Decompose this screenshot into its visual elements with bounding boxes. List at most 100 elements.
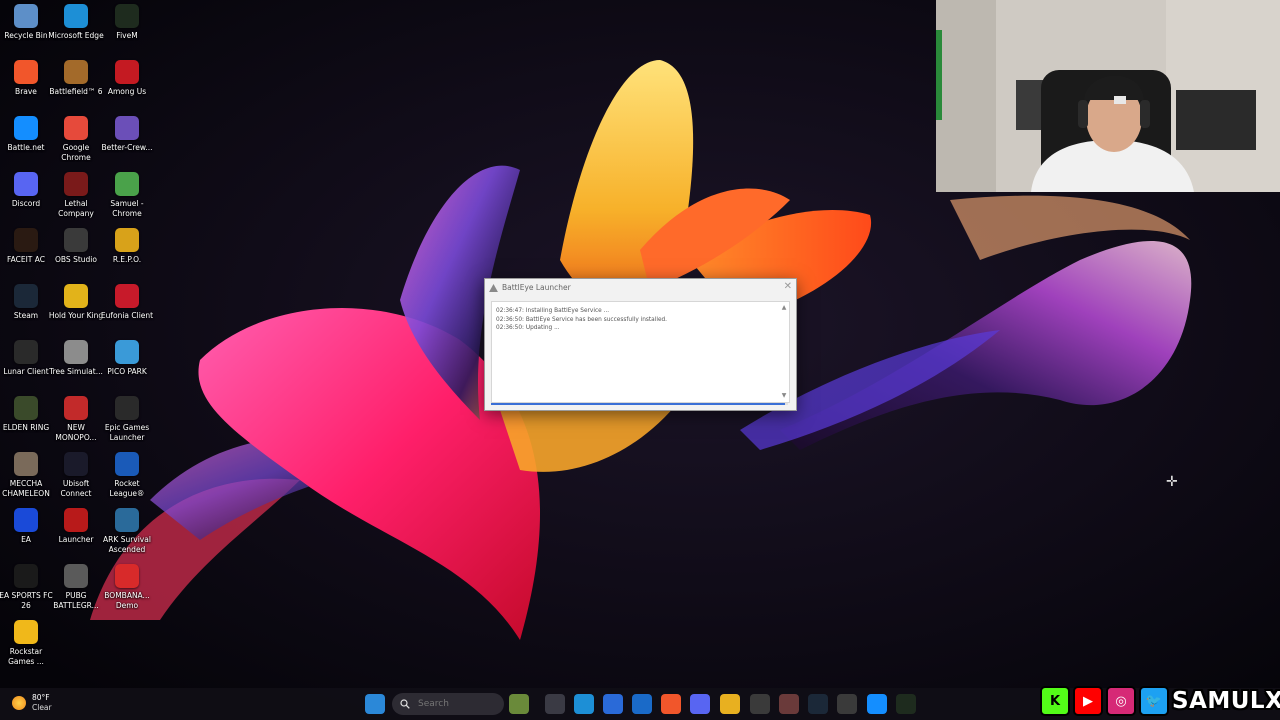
desktop-icon[interactable]: EA SPORTS FC 26 <box>0 560 53 616</box>
search-icon <box>400 699 410 709</box>
desktop-icon-label: R.E.P.O. <box>112 255 142 264</box>
social-banner: K ▶ ◎ 🐦 SAMULX <box>1040 686 1280 716</box>
desktop-icon[interactable]: ARK Survival Ascended <box>101 504 153 560</box>
social-icons: K ▶ ◎ 🐦 <box>1040 686 1172 716</box>
desktop-icon[interactable]: Launcher <box>50 504 102 560</box>
desktop-icon[interactable]: ELDEN RING <box>0 392 52 448</box>
store-icon[interactable] <box>603 694 623 714</box>
battleye-app-icon <box>489 283 498 292</box>
rockstar-icon <box>14 620 38 644</box>
desktop-icon-label: Launcher <box>58 535 94 544</box>
windows-start-icon[interactable] <box>365 694 385 714</box>
desktop-icon-label: Steam <box>13 311 39 320</box>
desktop-icon[interactable]: Battlefield™ 6 <box>49 56 103 112</box>
desktop-icon[interactable]: OBS Studio <box>50 224 102 280</box>
kick-icon: K <box>1040 686 1070 716</box>
meccha-chameleon-icon <box>14 452 38 476</box>
steam-icon[interactable] <box>808 694 828 714</box>
desktop-icon[interactable]: Hold Your King <box>48 280 104 336</box>
twitter-icon: 🐦 <box>1139 686 1169 716</box>
among-us-icon <box>115 60 139 84</box>
fivem-icon <box>115 4 139 28</box>
file-explorer-icon[interactable] <box>720 694 740 714</box>
task-view-icon[interactable] <box>545 694 565 714</box>
desktop-icon[interactable]: Lethal Company <box>50 168 102 224</box>
webcam-overlay <box>936 0 1280 192</box>
crosshair-cursor-icon: ✛ <box>1166 474 1178 490</box>
epic-games-icon <box>115 396 139 420</box>
desktop-icon-label: Ubisoft Connect <box>60 479 92 498</box>
desktop-icon-label: FiveM <box>116 31 138 40</box>
launcher-icon <box>64 508 88 532</box>
desktop-icon[interactable]: FACEIT AC <box>0 224 52 280</box>
desktop-icon[interactable]: Battle.net <box>0 112 52 168</box>
desktop-icon[interactable]: Eufonia Client <box>101 280 153 336</box>
desktop-icon[interactable]: Steam <box>0 280 52 336</box>
desktop-icon-label: Among Us <box>107 87 147 96</box>
desktop-icon[interactable]: Google Chrome <box>50 112 102 168</box>
widget-game-icon[interactable] <box>509 694 529 714</box>
desktop-icon[interactable]: PICO PARK <box>101 336 153 392</box>
desktop-icon[interactable]: Brave <box>0 56 52 112</box>
desktop-icon[interactable]: NEW MONOPO... <box>50 392 102 448</box>
desktop-icon[interactable]: EA <box>0 504 52 560</box>
obs-icon <box>64 228 88 252</box>
weather-widget[interactable]: 80°F Clear <box>12 693 52 713</box>
search-input[interactable] <box>416 698 490 710</box>
desktop-icon-label: Rocket League® <box>109 479 145 498</box>
chrome-icon <box>64 116 88 140</box>
desktop-icon[interactable]: PUBG BATTLEGR... <box>50 560 102 616</box>
youtube-icon: ▶ <box>1073 686 1103 716</box>
desktop-icon[interactable]: Microsoft Edge <box>48 0 104 56</box>
desktop-icon[interactable]: Epic Games Launcher <box>101 392 153 448</box>
media-player-icon[interactable] <box>837 694 857 714</box>
repo-icon <box>115 228 139 252</box>
lethal-company-icon <box>64 172 88 196</box>
desktop-icon[interactable]: Among Us <box>101 56 153 112</box>
desktop-icon[interactable]: MECCHA CHAMELEON <box>0 448 52 504</box>
fivem-icon[interactable] <box>896 694 916 714</box>
taskbar-search[interactable] <box>392 693 504 715</box>
progress-bar <box>491 403 788 405</box>
scroll-up-arrow-icon[interactable]: ▲ <box>780 304 788 312</box>
app-icon[interactable] <box>779 694 799 714</box>
ea-icon <box>14 508 38 532</box>
log-output[interactable]: 02:36:47: Installing BattlEye Service ..… <box>491 301 790 403</box>
desktop-icon[interactable]: Rocket League® <box>101 448 153 504</box>
desktop-icon[interactable]: Ubisoft Connect <box>50 448 102 504</box>
window-titlebar[interactable]: BattlEye Launcher ✕ <box>485 279 796 296</box>
desktop-icon[interactable]: Discord <box>0 168 52 224</box>
outlook-icon[interactable] <box>632 694 652 714</box>
desktop-icon[interactable]: Rockstar Games ... <box>0 616 52 672</box>
desktop-icon[interactable]: BOMBANA... Demo <box>101 560 153 616</box>
weather-sun-icon <box>12 696 26 710</box>
desktop-icon-label: OBS Studio <box>55 255 97 264</box>
edge-icon[interactable] <box>574 694 594 714</box>
desktop-icon[interactable]: Tree Simulat... <box>49 336 103 392</box>
desktop-icon-label: Battle.net <box>7 143 45 152</box>
steam-icon <box>14 284 38 308</box>
desktop-icon[interactable]: R.E.P.O. <box>101 224 153 280</box>
desktop-icon-label: EA SPORTS FC 26 <box>0 591 53 610</box>
desktop-icon-label: Battlefield™ 6 <box>49 87 103 96</box>
desktop-icon-label: Hold Your King <box>48 311 104 320</box>
desktop-icon[interactable]: Lunar Client <box>0 336 52 392</box>
instagram-icon: ◎ <box>1106 686 1136 716</box>
desktop-icon[interactable]: Samuel - Chrome <box>101 168 153 224</box>
battlenet-icon[interactable] <box>867 694 887 714</box>
desktop-icon[interactable]: FiveM <box>101 0 153 56</box>
chrome-icon[interactable] <box>750 694 770 714</box>
progress-bar-fill <box>491 403 786 405</box>
desktop-icon-label: FACEIT AC <box>6 255 45 264</box>
monopoly-icon <box>64 396 88 420</box>
scroll-down-arrow-icon[interactable]: ▼ <box>780 392 788 400</box>
desktop-icon[interactable]: Better-Crew... <box>101 112 153 168</box>
close-icon[interactable]: ✕ <box>784 281 792 292</box>
discord-icon[interactable] <box>690 694 710 714</box>
desktop-icon[interactable]: Recycle Bin <box>0 0 52 56</box>
ark-icon <box>115 508 139 532</box>
desktop-icon-label: NEW MONOPO... <box>55 423 97 442</box>
desktop-icon-label: Epic Games Launcher <box>104 423 150 442</box>
brave-icon[interactable] <box>661 694 681 714</box>
desktop-icon-label: EA <box>21 535 31 544</box>
